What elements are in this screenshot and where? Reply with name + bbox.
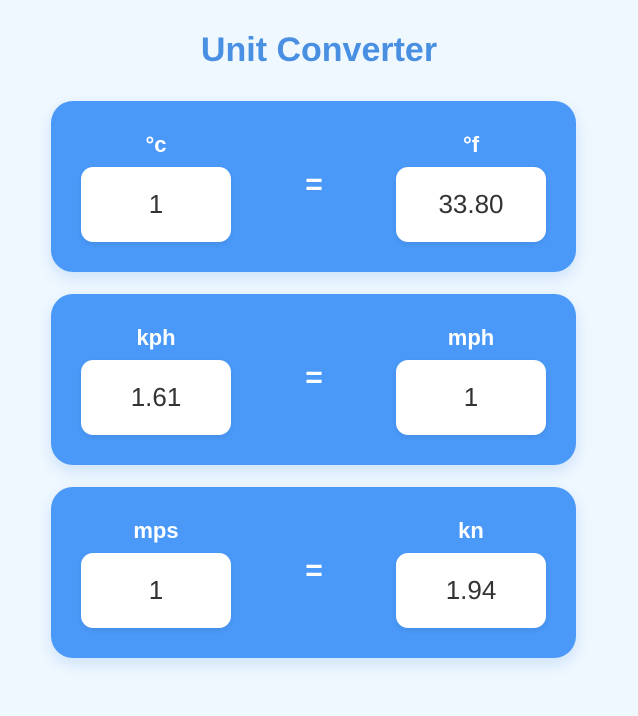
equals-sign: = (305, 168, 323, 201)
equals-sign: = (305, 361, 323, 394)
kph-mph-converter-card: kph = mph (51, 294, 576, 465)
mph-label: mph (447, 325, 495, 350)
mps-label: mps (133, 518, 179, 543)
celsius-input[interactable] (81, 167, 231, 242)
fahrenheit-input[interactable] (396, 167, 546, 242)
unit-converter-app: Unit Converter °c = °f kph = mph mps = k… (0, 0, 638, 716)
mps-knots-converter-card: mps = kn (51, 487, 576, 658)
mps-input[interactable] (81, 553, 231, 628)
kph-label: kph (136, 325, 176, 350)
knots-label: kn (458, 518, 484, 543)
knots-input[interactable] (396, 553, 546, 628)
mph-input[interactable] (396, 360, 546, 435)
fahrenheit-label: °f (462, 132, 480, 157)
equals-sign: = (305, 554, 323, 587)
page-title: Unit Converter (200, 31, 438, 69)
kph-input[interactable] (81, 360, 231, 435)
celsius-label: °c (145, 132, 167, 157)
temperature-converter-card: °c = °f (51, 101, 576, 272)
